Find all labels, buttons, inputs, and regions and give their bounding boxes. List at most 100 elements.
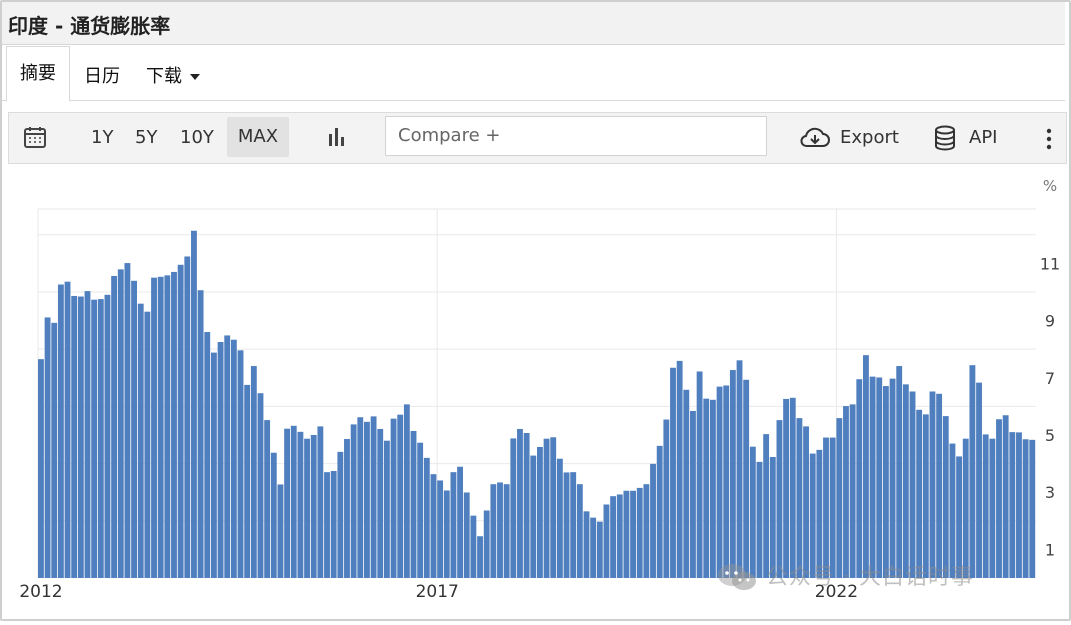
bar[interactable] <box>550 437 557 578</box>
bar[interactable] <box>64 281 71 578</box>
bar[interactable] <box>723 385 730 578</box>
bar[interactable] <box>197 290 204 578</box>
bar[interactable] <box>204 332 211 578</box>
bar[interactable] <box>151 277 157 578</box>
bar[interactable] <box>916 409 923 578</box>
bar[interactable] <box>996 419 1002 578</box>
bar[interactable] <box>756 461 763 578</box>
bar[interactable] <box>517 428 523 578</box>
bar[interactable] <box>663 419 670 578</box>
bar[interactable] <box>324 472 330 578</box>
bar[interactable] <box>929 391 936 579</box>
bar[interactable] <box>690 410 696 578</box>
bar[interactable] <box>537 446 543 578</box>
bar[interactable] <box>776 420 783 578</box>
bar[interactable] <box>523 432 530 578</box>
bar[interactable] <box>430 474 437 578</box>
bar[interactable] <box>610 496 617 578</box>
range-10y-button[interactable]: 10Y <box>180 127 214 148</box>
bar[interactable] <box>457 466 464 578</box>
bar[interactable] <box>191 230 197 578</box>
bar[interactable] <box>84 291 91 578</box>
bar[interactable] <box>277 484 284 578</box>
bar[interactable] <box>350 424 357 578</box>
bar[interactable] <box>789 397 796 578</box>
bar[interactable] <box>909 391 916 579</box>
bar[interactable] <box>503 484 510 578</box>
bar[interactable] <box>650 463 656 578</box>
bar[interactable] <box>849 404 856 578</box>
bar[interactable] <box>403 404 410 578</box>
bar[interactable] <box>144 311 151 578</box>
bar[interactable] <box>962 438 969 578</box>
bar[interactable] <box>749 446 756 578</box>
bar[interactable] <box>250 366 257 578</box>
bar[interactable] <box>257 393 264 578</box>
tab-summary[interactable]: 摘要 <box>6 46 70 102</box>
bar[interactable] <box>949 443 956 578</box>
bar[interactable] <box>383 440 390 578</box>
bar[interactable] <box>91 299 98 578</box>
cloud-download-icon[interactable] <box>799 126 831 155</box>
bar[interactable] <box>177 264 184 578</box>
bar[interactable] <box>1009 432 1016 578</box>
bar[interactable] <box>603 504 610 578</box>
bar[interactable] <box>437 480 444 578</box>
bar[interactable] <box>104 294 111 578</box>
bar[interactable] <box>1016 432 1022 578</box>
bar[interactable] <box>217 342 224 578</box>
tab-calendar[interactable]: 日历 <box>84 62 120 88</box>
bar[interactable] <box>882 386 889 578</box>
bar[interactable] <box>390 418 397 578</box>
bar[interactable] <box>936 393 943 578</box>
bar[interactable] <box>556 458 563 578</box>
bar[interactable] <box>124 263 131 578</box>
bar[interactable] <box>743 379 750 578</box>
bar[interactable] <box>450 472 457 578</box>
bar[interactable] <box>443 490 450 578</box>
bar[interactable] <box>543 438 550 578</box>
bar[interactable] <box>137 303 144 578</box>
bar[interactable] <box>417 442 424 578</box>
bar[interactable] <box>270 452 277 578</box>
bar[interactable] <box>377 428 384 578</box>
bar[interactable] <box>643 484 650 578</box>
bar[interactable] <box>230 339 237 578</box>
compare-input[interactable]: Compare + <box>385 116 767 156</box>
bar[interactable] <box>982 434 989 578</box>
bar[interactable] <box>683 389 690 578</box>
bar[interactable] <box>856 379 863 578</box>
bar[interactable] <box>696 371 703 578</box>
bar[interactable] <box>576 484 583 578</box>
bar[interactable] <box>57 284 64 578</box>
range-5y-button[interactable]: 5Y <box>135 127 157 148</box>
bar[interactable] <box>590 517 597 578</box>
bar[interactable] <box>224 335 231 578</box>
bar[interactable] <box>922 414 929 578</box>
bar[interactable] <box>596 521 603 578</box>
bar[interactable] <box>131 280 137 578</box>
bar[interactable] <box>876 377 883 578</box>
bar[interactable] <box>836 418 843 578</box>
bar[interactable] <box>889 378 896 578</box>
bar[interactable] <box>44 317 51 578</box>
bar[interactable] <box>583 511 590 578</box>
bar[interactable] <box>1002 415 1009 578</box>
bar[interactable] <box>317 426 324 578</box>
bar[interactable] <box>237 350 244 578</box>
bar[interactable] <box>896 366 903 578</box>
bar[interactable] <box>670 367 676 578</box>
bar[interactable] <box>97 299 104 578</box>
bar[interactable] <box>423 457 430 578</box>
bar[interactable] <box>244 384 251 578</box>
bar[interactable] <box>184 256 191 578</box>
tab-download[interactable]: 下载 <box>146 62 200 88</box>
bar[interactable] <box>676 360 683 578</box>
bar[interactable] <box>330 471 337 578</box>
bar[interactable] <box>616 494 623 578</box>
bar[interactable] <box>483 510 490 578</box>
bar[interactable] <box>803 426 809 578</box>
bar[interactable] <box>470 515 477 578</box>
bar[interactable] <box>623 490 630 578</box>
bar[interactable] <box>969 365 976 578</box>
